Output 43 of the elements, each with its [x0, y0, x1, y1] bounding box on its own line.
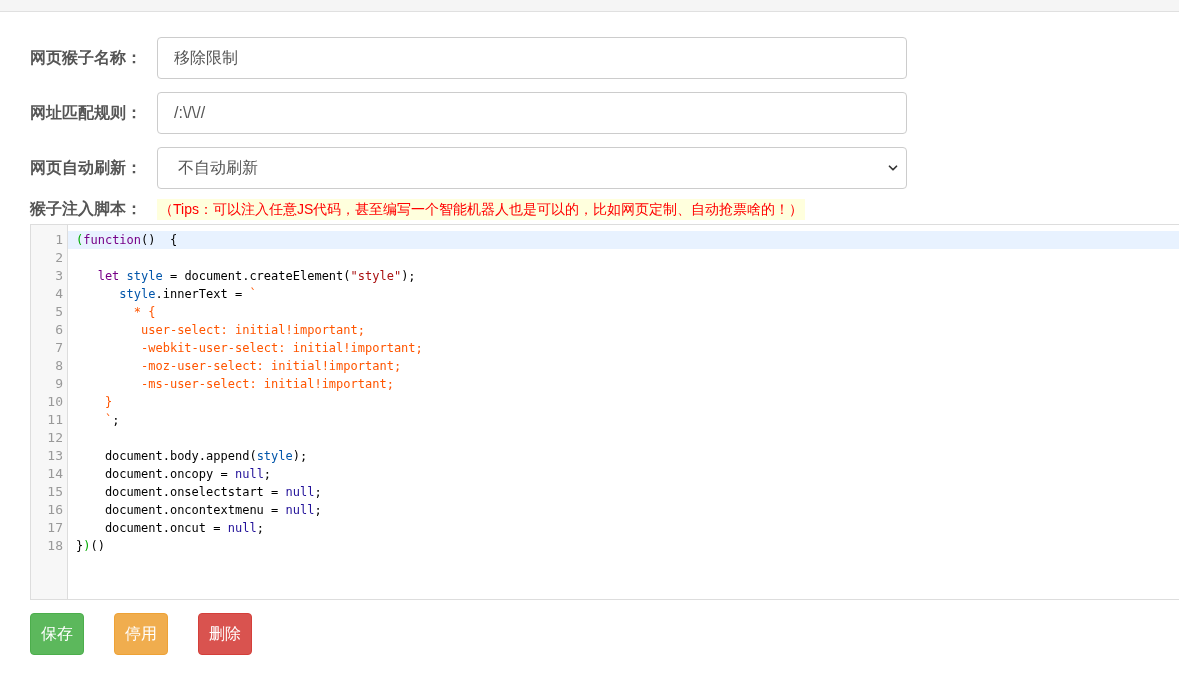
field-label: 猴子注入脚本： [30, 199, 143, 219]
code-line: style.innerText = ` [118, 286, 258, 303]
line-number: 1 [55, 231, 64, 249]
code-editor[interactable] [30, 224, 1179, 600]
code-line: document.onselectstart = null; [103, 484, 323, 501]
line-number: 9 [55, 375, 64, 393]
code-line: })() [75, 538, 106, 555]
line-number: 4 [55, 285, 64, 303]
code-line: let style = document.createElement("style"); [96, 268, 417, 285]
field-label: 网页猴子名称： [30, 48, 143, 68]
code-line: user-select: initial!important; [140, 322, 366, 339]
line-number: 8 [55, 357, 64, 375]
code-line: `; [103, 412, 121, 429]
text-field[interactable]: 移除限制 [157, 37, 907, 79]
text-field[interactable]: /:\/\// [157, 92, 907, 134]
code-line: document.oncut = null; [103, 520, 265, 537]
line-number: 5 [55, 303, 64, 321]
line-number: 3 [55, 267, 64, 285]
code-line: document.body.append(style); [103, 448, 309, 465]
refresh-select[interactable]: 不自动刷新 [157, 147, 907, 189]
line-number: 10 [47, 393, 64, 411]
line-number: 11 [47, 411, 64, 429]
field-label: 网址匹配规则： [30, 103, 143, 123]
code-line: -moz-user-select: initial!important; [140, 358, 403, 375]
code-line: document.oncontextmenu = null; [103, 502, 323, 519]
code-line: document.oncopy = null; [103, 466, 273, 483]
line-number: 6 [55, 321, 64, 339]
line-number: 13 [47, 447, 64, 465]
code-line: -webkit-user-select: initial!important; [140, 340, 424, 357]
code-line: } [103, 394, 114, 411]
action-button[interactable]: 删除 [198, 613, 252, 655]
line-number: 18 [47, 537, 64, 555]
tip-text: （Tips：可以注入任意JS代码，甚至编写一个智能机器人也是可以的，比如网页定制、自动抢票啥的！） [157, 198, 806, 220]
line-number: 15 [47, 483, 64, 501]
line-number: 2 [55, 249, 64, 267]
field-label: 网页自动刷新： [30, 158, 143, 178]
line-number: 16 [47, 501, 64, 519]
line-number: 14 [47, 465, 64, 483]
code-line: -ms-user-select: initial!important; [140, 376, 395, 393]
code-line: * { [132, 304, 157, 321]
line-number: 7 [55, 339, 64, 357]
line-number: 12 [47, 429, 64, 447]
line-number: 17 [47, 519, 64, 537]
